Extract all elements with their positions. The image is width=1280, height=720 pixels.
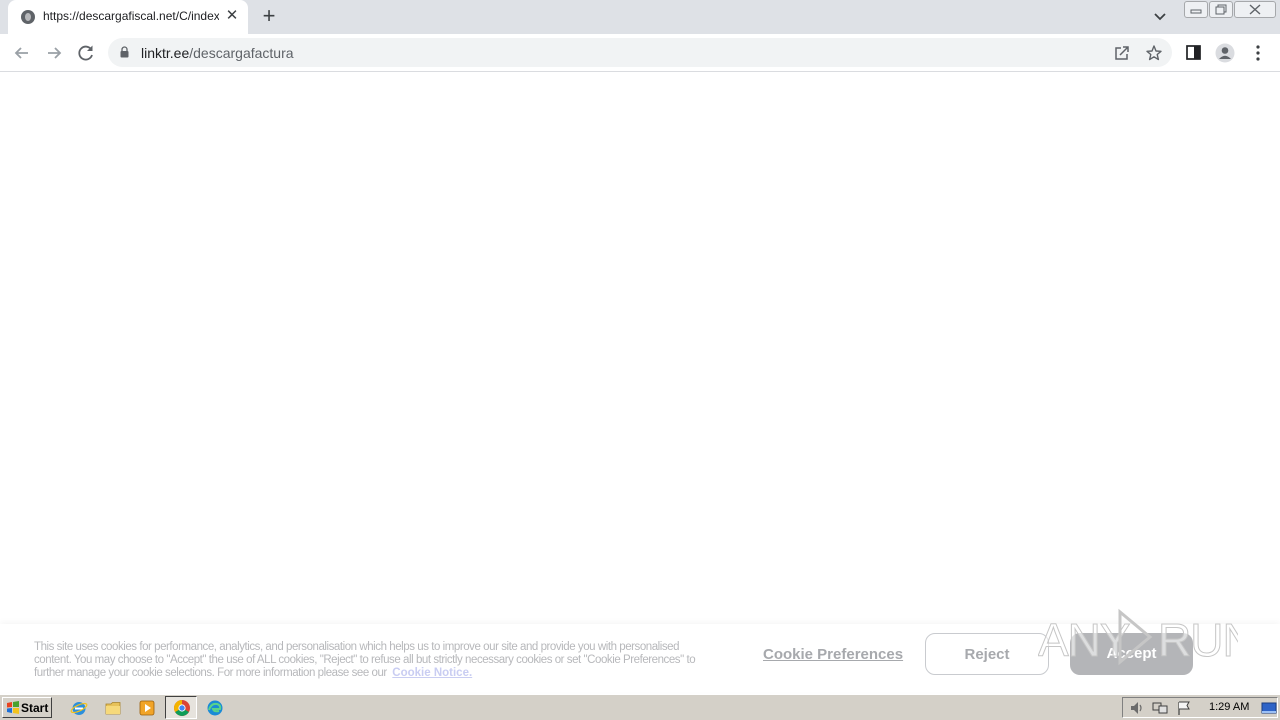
- forward-arrow-icon[interactable]: [43, 42, 65, 64]
- windows-logo-icon: [7, 701, 19, 714]
- address-bar[interactable]: linktr.ee/descargafactura: [108, 38, 1172, 67]
- media-player-icon[interactable]: [138, 699, 156, 717]
- internet-explorer-icon[interactable]: [70, 699, 88, 717]
- cookie-text: This site uses cookies for performance, …: [34, 641, 706, 680]
- system-tray: [1122, 697, 1278, 718]
- menu-dots-icon[interactable]: [1248, 43, 1268, 63]
- cookie-preferences-link[interactable]: Cookie Preferences: [763, 646, 903, 663]
- close-window-button[interactable]: [1234, 1, 1276, 18]
- edge-icon[interactable]: [206, 699, 224, 717]
- url-path: /descargafactura: [189, 45, 294, 61]
- tab-title: https://descargafiscal.net/C/index.php: [43, 9, 219, 23]
- svg-text:ANY: ANY: [1038, 614, 1130, 666]
- anyrun-watermark-logo: ANY RUN: [1038, 608, 1238, 666]
- volume-icon[interactable]: [1129, 700, 1145, 716]
- cookie-message: This site uses cookies for performance, …: [34, 641, 696, 679]
- cookie-notice-link[interactable]: Cookie Notice.: [392, 667, 472, 679]
- url-text[interactable]: linktr.ee/descargafactura: [141, 45, 294, 61]
- tab-search-chevron-icon[interactable]: [1150, 8, 1170, 26]
- reject-button[interactable]: Reject: [925, 633, 1049, 675]
- chrome-icon: [174, 700, 190, 716]
- page-content: [0, 72, 1280, 692]
- globe-icon: [21, 10, 35, 24]
- lock-icon[interactable]: [120, 46, 129, 58]
- url-host: linktr.ee: [141, 45, 190, 61]
- browser-tab[interactable]: https://descargafiscal.net/C/index.php ✕: [8, 0, 248, 34]
- start-label: Start: [21, 701, 49, 715]
- profile-avatar-icon[interactable]: [1215, 43, 1235, 63]
- side-panel-icon[interactable]: [1184, 43, 1204, 63]
- browser-toolbar: linktr.ee/descargafactura: [0, 34, 1280, 72]
- restore-button[interactable]: [1209, 1, 1233, 18]
- minimize-button[interactable]: [1184, 1, 1208, 18]
- svg-text:RUN: RUN: [1158, 614, 1238, 666]
- bookmark-star-icon[interactable]: [1145, 44, 1163, 62]
- clock[interactable]: 1:29 AM: [1209, 701, 1249, 713]
- network-icon[interactable]: [1152, 700, 1168, 716]
- show-desktop-icon[interactable]: [1261, 700, 1277, 716]
- share-icon[interactable]: [1113, 44, 1131, 62]
- tab-close-button[interactable]: ✕: [223, 7, 241, 25]
- action-center-flag-icon[interactable]: [1176, 700, 1192, 716]
- tab-strip: https://descargafiscal.net/C/index.php ✕…: [0, 0, 1280, 34]
- back-arrow-icon[interactable]: [11, 42, 33, 64]
- taskbar: Start 1:29 AM: [0, 694, 1280, 720]
- reload-icon[interactable]: [75, 42, 97, 64]
- folder-icon[interactable]: [104, 699, 122, 717]
- new-tab-button[interactable]: +: [258, 5, 280, 28]
- chrome-taskbar-button[interactable]: [165, 696, 197, 719]
- start-button[interactable]: Start: [2, 697, 52, 718]
